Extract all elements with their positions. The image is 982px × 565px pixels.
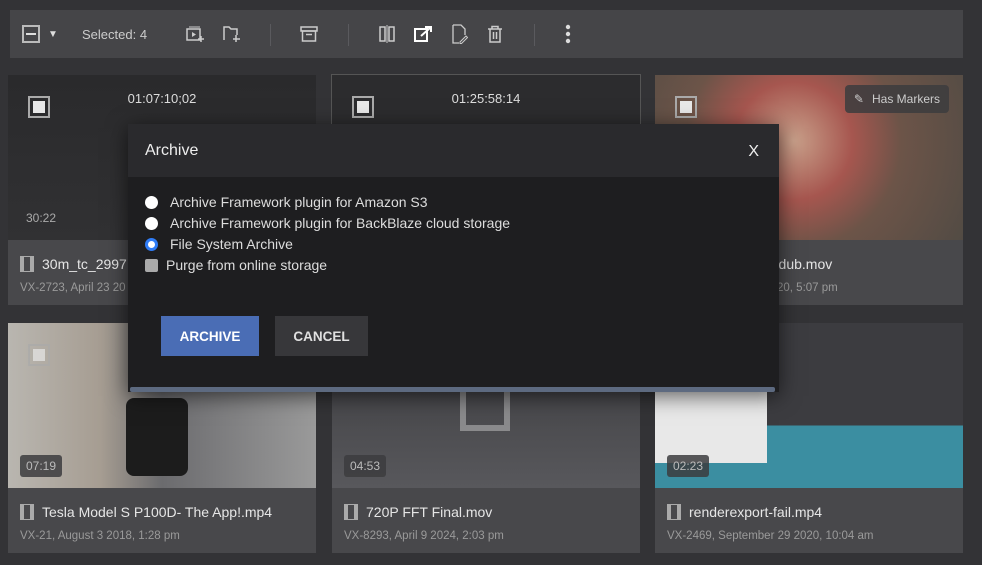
duration: 30:22: [26, 211, 57, 225]
asset-name[interactable]: renderexport-fail.mp4: [689, 504, 822, 520]
archive-button[interactable]: ARCHIVE: [161, 316, 259, 356]
select-toggle-icon[interactable]: [20, 10, 42, 58]
add-to-collection-icon[interactable]: [184, 10, 206, 58]
film-icon: [20, 504, 34, 520]
timecode: 01:25:58:14: [451, 91, 521, 106]
option-label: File System Archive: [170, 236, 293, 252]
option-label: Archive Framework plugin for BackBlaze c…: [170, 215, 511, 231]
divider: [534, 24, 535, 46]
film-icon: [667, 504, 681, 520]
film-placeholder-icon: [460, 391, 510, 431]
card-checkbox[interactable]: [675, 96, 697, 118]
option-label: Archive Framework plugin for Amazon S3: [170, 194, 428, 210]
option-amazon-s3[interactable]: Archive Framework plugin for Amazon S3: [145, 194, 428, 210]
radio-button[interactable]: [145, 195, 158, 209]
option-backblaze[interactable]: Archive Framework plugin for BackBlaze c…: [145, 215, 510, 231]
asset-meta: VX-2723, April 23 20: [20, 282, 126, 294]
timecode: 01:07:10;02: [127, 91, 197, 106]
more-vertical-icon[interactable]: [560, 10, 576, 58]
asset-meta: VX-21, August 3 2018, 1:28 pm: [20, 530, 180, 542]
close-button[interactable]: X: [748, 143, 759, 161]
checkbox[interactable]: [145, 258, 158, 272]
edit-metadata-icon[interactable]: [448, 10, 470, 58]
selected-count: Selected: 4: [82, 26, 148, 42]
compare-icon[interactable]: [376, 10, 398, 58]
phone-image: [126, 398, 188, 476]
divider: [348, 24, 349, 46]
radio-button[interactable]: [145, 237, 158, 251]
toolbar: ▼ Selected: 4: [10, 10, 963, 58]
film-icon: [20, 256, 34, 272]
has-markers-badge: ✎ Has Markers: [844, 85, 949, 113]
asset-meta: VX-2469, September 29 2020, 10:04 am: [667, 530, 874, 542]
asset-meta: VX-8293, April 9 2024, 2:03 pm: [344, 530, 504, 542]
duration: 07:19: [20, 455, 63, 477]
cancel-button[interactable]: CANCEL: [275, 316, 368, 356]
archive-icon[interactable]: [298, 10, 320, 58]
pencil-icon: ✎: [853, 92, 864, 106]
film-icon: [344, 504, 358, 520]
badge-label: Has Markers: [871, 92, 940, 106]
radio-button[interactable]: [145, 216, 158, 230]
archive-dialog: Archive X Archive Framework plugin for A…: [128, 124, 779, 392]
card-checkbox[interactable]: [28, 344, 50, 366]
checkbox-label: Purge from online storage: [166, 257, 328, 273]
duration: 02:23: [667, 455, 710, 477]
divider: [270, 24, 271, 46]
dropdown-arrow-icon[interactable]: ▼: [46, 10, 60, 58]
asset-name[interactable]: 30m_tc_2997: [42, 256, 127, 272]
purge-checkbox[interactable]: Purge from online storage: [145, 257, 327, 273]
asset-meta: 20, 5:07 pm: [777, 282, 838, 294]
trash-icon[interactable]: [484, 10, 506, 58]
option-file-system[interactable]: File System Archive: [145, 236, 293, 252]
asset-name[interactable]: 720P FFT Final.mov: [366, 504, 492, 520]
dialog-title: Archive: [145, 142, 199, 159]
duration: 04:53: [344, 455, 387, 477]
asset-name[interactable]: Tesla Model S P100D- The App!.mp4: [42, 504, 272, 520]
dialog-scrollbar: [130, 387, 775, 392]
export-icon[interactable]: [412, 10, 434, 58]
add-folder-icon[interactable]: [221, 10, 243, 58]
